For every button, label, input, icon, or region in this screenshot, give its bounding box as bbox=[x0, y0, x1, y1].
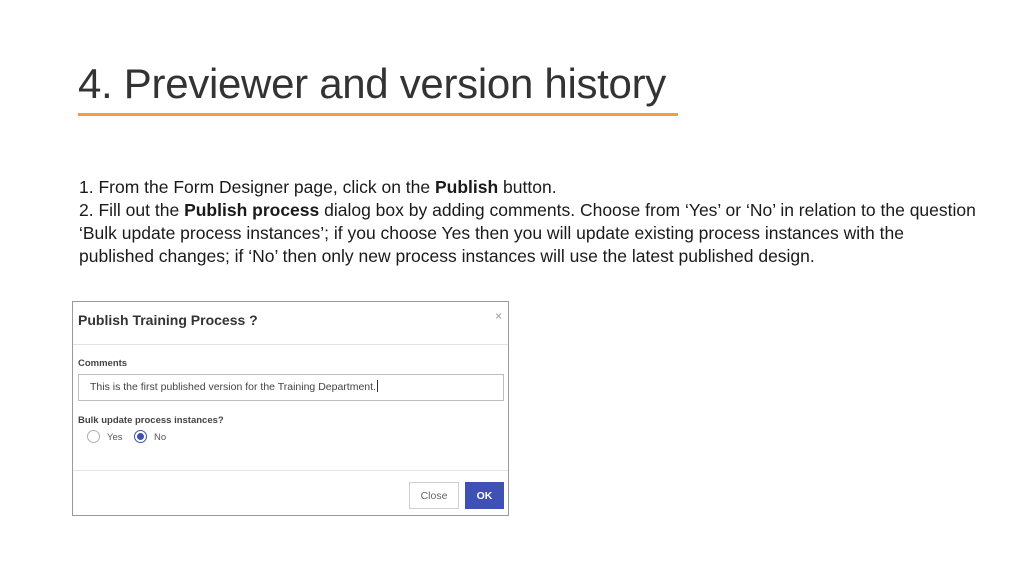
close-button[interactable]: Close bbox=[409, 482, 459, 509]
publish-emphasis: Publish bbox=[434, 177, 499, 197]
publish-dialog: Publish Training Process ? × Comments Th… bbox=[72, 301, 509, 516]
dialog-footer-divider bbox=[73, 470, 508, 471]
ok-button[interactable]: OK bbox=[465, 482, 504, 509]
close-icon[interactable]: × bbox=[495, 309, 502, 323]
radio-yes[interactable] bbox=[87, 430, 100, 443]
instruction-step-1: 1. From the Form Designer page, click on… bbox=[79, 177, 557, 197]
slide-title: 4. Previewer and version history bbox=[78, 60, 666, 107]
dialog-header: Publish Training Process ? × bbox=[73, 302, 508, 345]
publish-process-emphasis: Publish process bbox=[184, 200, 320, 220]
instructions: 1. From the Form Designer page, click on… bbox=[79, 176, 979, 268]
text-caret bbox=[376, 380, 378, 392]
title-underline bbox=[78, 113, 678, 116]
bulk-update-label: Bulk update process instances? bbox=[78, 415, 224, 426]
radio-no-label: No bbox=[154, 432, 167, 443]
comments-input[interactable]: This is the first published version for … bbox=[78, 374, 504, 401]
radio-yes-label: Yes bbox=[107, 432, 123, 443]
dialog-title: Publish Training Process ? bbox=[78, 312, 258, 328]
instruction-step-2: 2. Fill out the Publish process dialog b… bbox=[79, 200, 976, 266]
comments-label: Comments bbox=[78, 358, 128, 369]
radio-no[interactable] bbox=[134, 430, 147, 443]
